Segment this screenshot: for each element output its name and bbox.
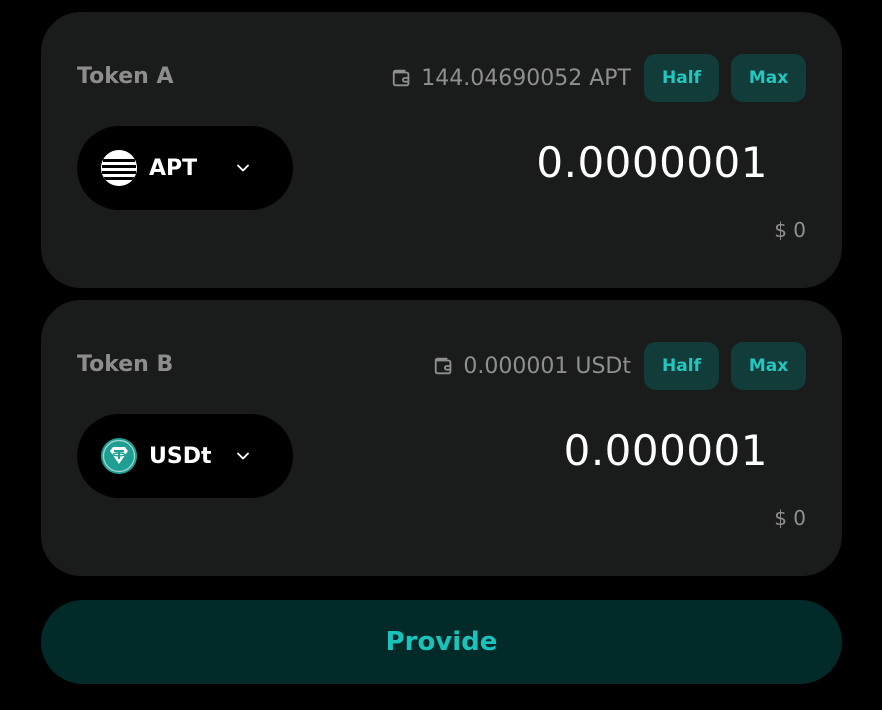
token-a-card: Token A 144.04690052 APT Half Max APT 0.… bbox=[41, 12, 842, 288]
token-b-card: Token B 0.000001 USDt Half Max USDt 0.00… bbox=[41, 300, 842, 576]
token-b-amount-input[interactable]: 0.000001 bbox=[564, 426, 768, 475]
wallet-icon bbox=[393, 69, 410, 87]
token-b-half-button[interactable]: Half bbox=[644, 342, 719, 390]
token-a-half-button[interactable]: Half bbox=[644, 54, 719, 102]
token-a-balance: 144.04690052 APT bbox=[421, 65, 631, 91]
token-b-symbol: USDt bbox=[149, 443, 212, 469]
tether-logo-icon bbox=[101, 438, 137, 474]
wallet-icon bbox=[435, 357, 452, 375]
token-a-max-button[interactable]: Max bbox=[731, 54, 806, 102]
token-b-selector[interactable]: USDt bbox=[77, 414, 293, 498]
chevron-down-icon bbox=[237, 452, 249, 460]
token-b-label: Token B bbox=[77, 352, 174, 377]
token-a-amount-input[interactable]: 0.0000001 bbox=[536, 138, 768, 187]
token-a-balance-group: 144.04690052 APT Half Max bbox=[391, 54, 806, 102]
provide-button[interactable]: Provide bbox=[41, 600, 842, 684]
token-b-balance: 0.000001 USDt bbox=[463, 353, 631, 379]
token-a-usd-value: $ 0 bbox=[774, 218, 806, 242]
aptos-logo-icon bbox=[101, 150, 137, 186]
token-a-selector[interactable]: APT bbox=[77, 126, 293, 210]
token-b-max-button[interactable]: Max bbox=[731, 342, 806, 390]
token-a-symbol: APT bbox=[149, 155, 198, 181]
chevron-down-icon bbox=[237, 164, 249, 172]
token-b-balance-group: 0.000001 USDt Half Max bbox=[433, 342, 806, 390]
token-b-usd-value: $ 0 bbox=[774, 506, 806, 530]
token-a-label: Token A bbox=[77, 64, 174, 89]
